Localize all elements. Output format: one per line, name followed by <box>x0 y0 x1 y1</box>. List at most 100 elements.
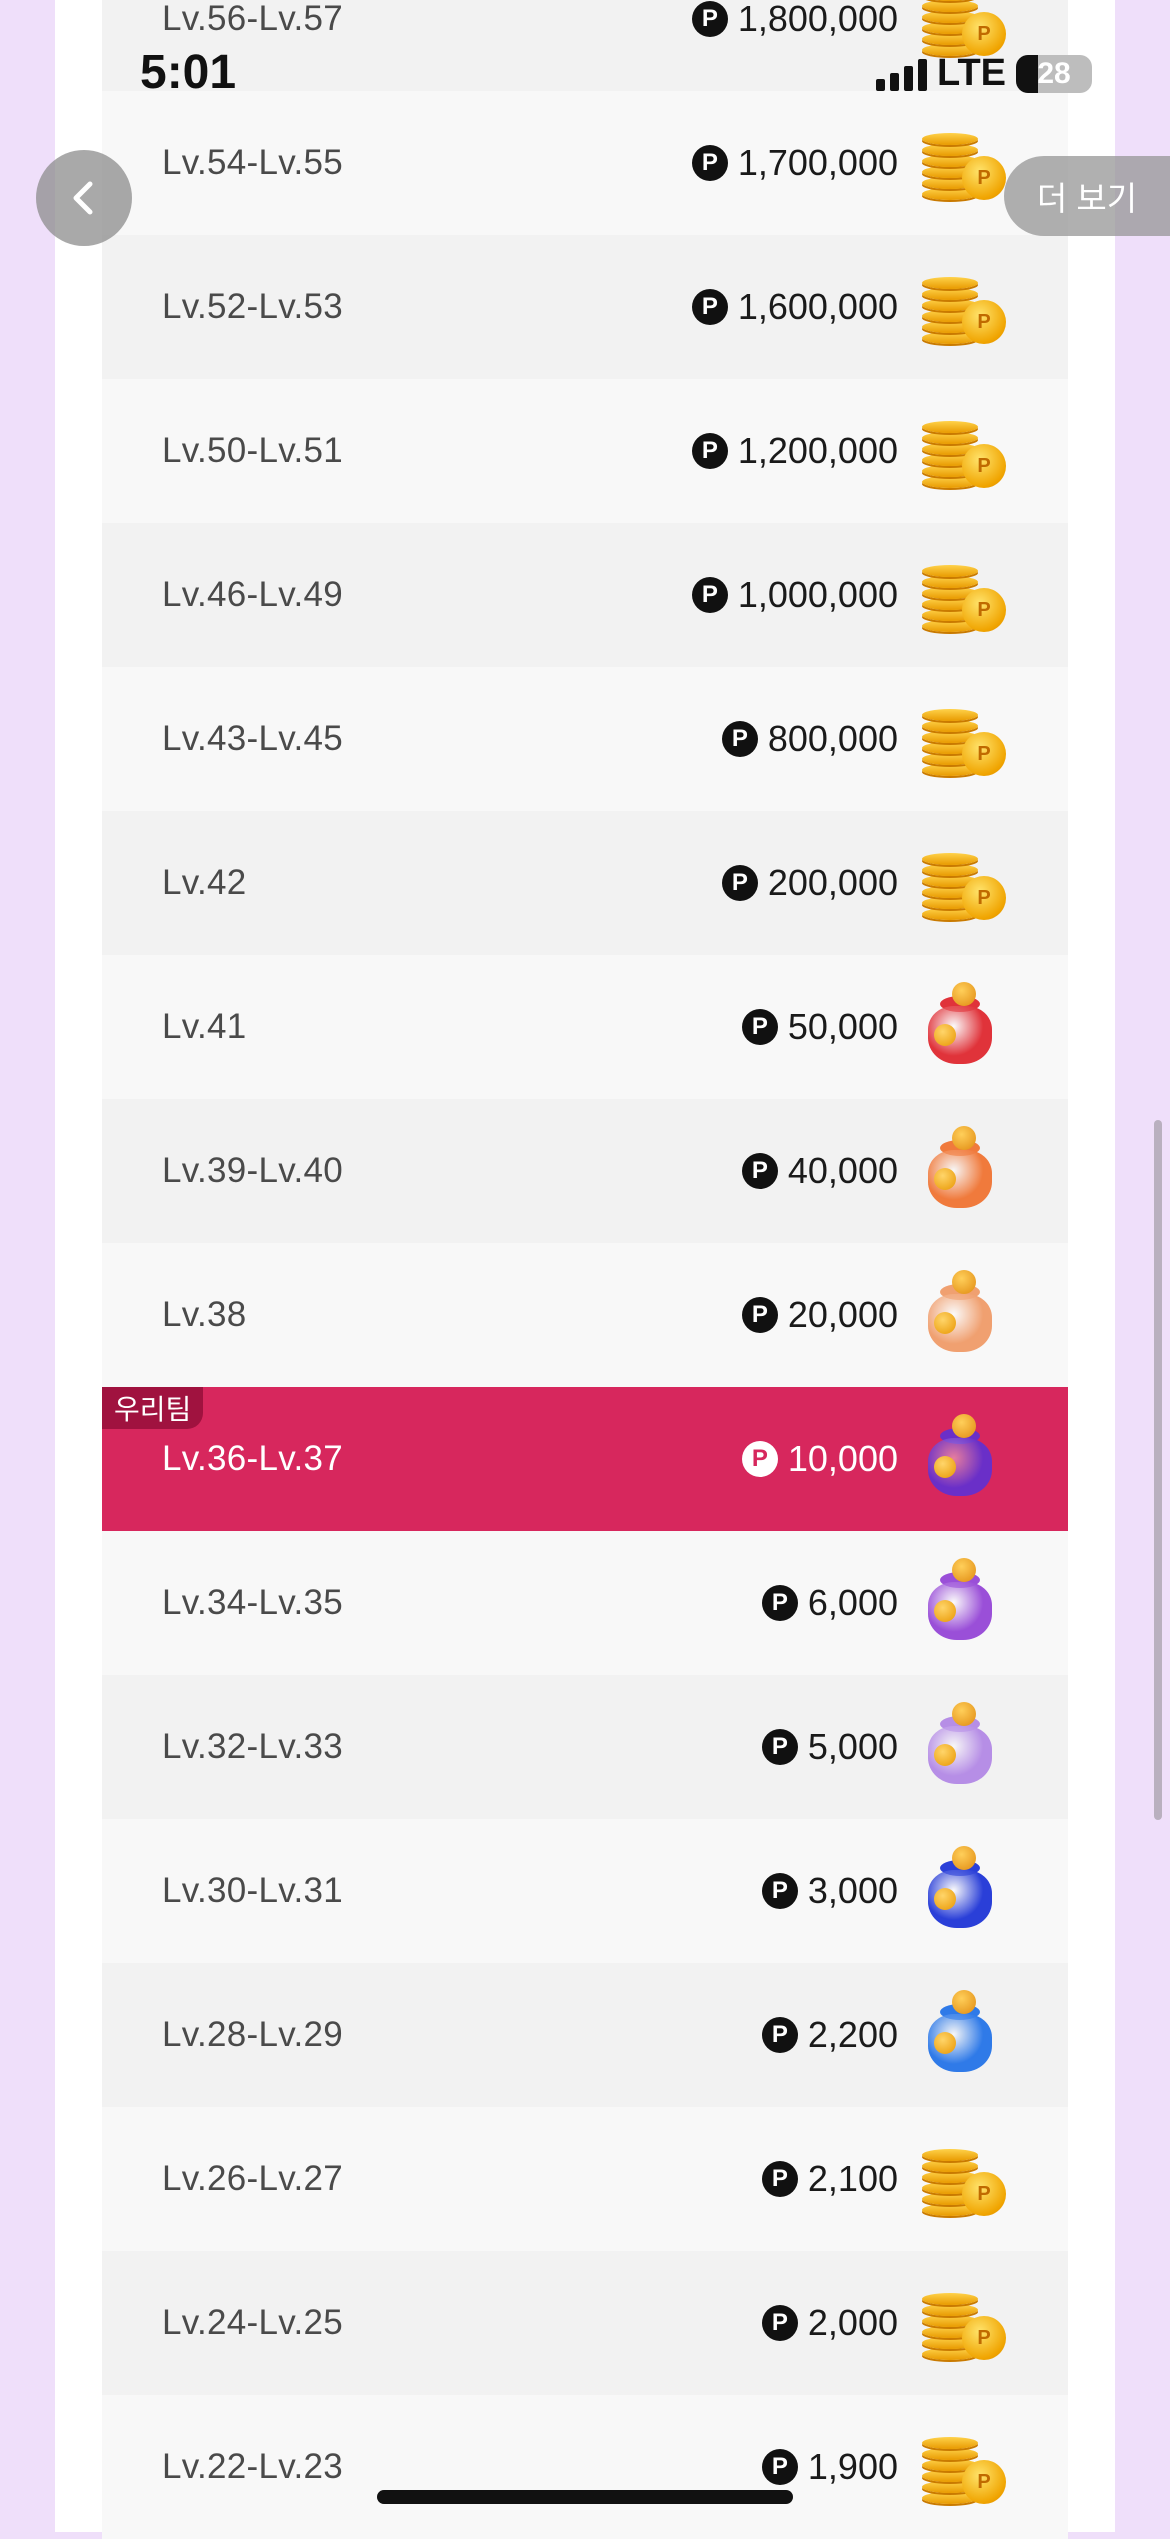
coin-stack-icon: P <box>918 118 1008 208</box>
level-range: Lv.32-Lv.33 <box>162 1727 344 1766</box>
point-icon: P <box>721 865 758 901</box>
point-icon: P <box>761 1729 798 1765</box>
signal-icon <box>876 57 928 91</box>
scrollbar[interactable] <box>1154 1120 1162 1820</box>
reward-amount: P 3,000 <box>761 1819 898 1963</box>
reward-row[interactable]: Lv.54-Lv.55 P 1,700,000 P <box>102 91 1068 235</box>
reward-amount-value: 1,600,000 <box>737 286 898 327</box>
level-range: Lv.38 <box>162 1295 247 1334</box>
level-range: Lv.22-Lv.23 <box>162 2447 344 2486</box>
reward-amount-value: 6,000 <box>807 1582 898 1623</box>
reward-amount-value: 3,000 <box>807 1870 898 1911</box>
point-icon: P <box>741 1009 778 1045</box>
reward-amount-value: 1,000,000 <box>737 574 898 615</box>
reward-amount: P 1,700,000 <box>691 91 898 235</box>
reward-amount-value: 2,200 <box>807 2014 898 2055</box>
reward-amount-value: 40,000 <box>787 1150 898 1191</box>
point-icon: P <box>691 433 728 469</box>
reward-row[interactable]: Lv.43-Lv.45 P 800,000 P <box>102 667 1068 811</box>
point-icon: P <box>691 145 728 181</box>
level-range: Lv.34-Lv.35 <box>162 1583 344 1622</box>
point-icon: P <box>691 1 728 37</box>
coin-stack-icon: P <box>918 838 1008 928</box>
reward-amount: P 2,200 <box>761 1963 898 2107</box>
reward-list[interactable]: Lv.56-Lv.57 P 1,800,000 P Lv.54-Lv.55 P 1,700,… <box>102 0 1068 2539</box>
peach-pouch-icon <box>918 1270 1008 1360</box>
point-icon: P <box>761 1873 798 1909</box>
point-icon: P <box>761 2017 798 2053</box>
reward-amount: P 6,000 <box>761 1531 898 1675</box>
reward-amount: P 2,100 <box>761 2107 898 2251</box>
level-range: Lv.43-Lv.45 <box>162 719 344 758</box>
reward-row[interactable]: Lv.30-Lv.31 P 3,000 <box>102 1819 1068 1963</box>
reward-row[interactable]: Lv.46-Lv.49 P 1,000,000 P <box>102 523 1068 667</box>
level-range: Lv.42 <box>162 863 247 902</box>
coin-stack-icon: P <box>918 550 1008 640</box>
level-range: Lv.46-Lv.49 <box>162 575 344 614</box>
blue-pouch-icon <box>918 1846 1008 1936</box>
reward-row[interactable]: Lv.41 P 50,000 <box>102 955 1068 1099</box>
reward-amount: P 50,000 <box>741 955 898 1099</box>
reward-amount: P 2,000 <box>761 2251 898 2395</box>
coin-stack-icon: P <box>918 2278 1008 2368</box>
point-icon: P <box>761 2161 798 2197</box>
network-label: LTE <box>937 52 1006 94</box>
reward-row[interactable]: Lv.39-Lv.40 P 40,000 <box>102 1099 1068 1243</box>
reward-amount: P 1,200,000 <box>691 379 898 523</box>
reward-row[interactable]: Lv.52-Lv.53 P 1,600,000 P <box>102 235 1068 379</box>
point-icon: P <box>721 721 758 757</box>
point-icon: P <box>761 2449 798 2485</box>
orange-pouch-icon <box>918 1126 1008 1216</box>
reward-row[interactable]: Lv.28-Lv.29 P 2,200 <box>102 1963 1068 2107</box>
status-time: 5:01 <box>140 46 237 99</box>
more-button[interactable]: 더 보기 <box>1004 156 1170 236</box>
coin-stack-icon: P <box>918 262 1008 352</box>
point-icon: P <box>761 1585 798 1621</box>
reward-amount: P 800,000 <box>721 667 898 811</box>
home-indicator[interactable] <box>377 2490 793 2504</box>
level-range: Lv.50-Lv.51 <box>162 431 344 470</box>
reward-row[interactable]: Lv.42 P 200,000 P <box>102 811 1068 955</box>
reward-amount-value: 2,000 <box>807 2302 898 2343</box>
point-icon: P <box>741 1441 778 1477</box>
coin-stack-icon: P <box>918 406 1008 496</box>
reward-amount-value: 10,000 <box>787 1438 898 1479</box>
level-range: Lv.28-Lv.29 <box>162 2015 344 2054</box>
status-indicators: LTE 28 <box>876 52 1092 95</box>
level-range: Lv.54-Lv.55 <box>162 143 344 182</box>
reward-amount: P 1,900 <box>761 2395 898 2539</box>
reward-row[interactable]: Lv.38 P 20,000 <box>102 1243 1068 1387</box>
level-range: Lv.41 <box>162 1007 247 1046</box>
coin-stack-icon: P <box>918 2422 1008 2512</box>
reward-row[interactable]: Lv.34-Lv.35 P 6,000 <box>102 1531 1068 1675</box>
reward-amount: P 1,600,000 <box>691 235 898 379</box>
sky-pouch-icon <box>918 1990 1008 2080</box>
reward-amount: P 20,000 <box>741 1243 898 1387</box>
level-range: Lv.36-Lv.37 <box>162 1439 344 1478</box>
point-icon: P <box>761 2305 798 2341</box>
reward-amount-value: 1,900 <box>807 2446 898 2487</box>
reward-amount-value: 1,200,000 <box>737 430 898 471</box>
reward-row[interactable]: Lv.50-Lv.51 P 1,200,000 P <box>102 379 1068 523</box>
reward-amount: P 40,000 <box>741 1099 898 1243</box>
reward-row[interactable]: Lv.32-Lv.33 P 5,000 <box>102 1675 1068 1819</box>
reward-amount-value: 800,000 <box>767 718 898 759</box>
reward-amount: P 1,800,000 <box>691 0 898 91</box>
level-range: Lv.24-Lv.25 <box>162 2303 344 2342</box>
reward-amount-value: 5,000 <box>807 1726 898 1767</box>
reward-row[interactable]: Lv.26-Lv.27 P 2,100 P <box>102 2107 1068 2251</box>
reward-amount: P 1,000,000 <box>691 523 898 667</box>
point-icon: P <box>691 577 728 613</box>
level-range: Lv.52-Lv.53 <box>162 287 344 326</box>
chevron-left-icon <box>73 181 93 215</box>
red-pouch-icon <box>918 982 1008 1072</box>
reward-row[interactable]: Lv.24-Lv.25 P 2,000 P <box>102 2251 1068 2395</box>
back-button[interactable] <box>36 150 132 246</box>
coin-stack-icon: P <box>918 694 1008 784</box>
reward-amount-value: 2,100 <box>807 2158 898 2199</box>
reward-row[interactable]: Lv.22-Lv.23 P 1,900 P <box>102 2395 1068 2539</box>
point-icon: P <box>691 289 728 325</box>
battery-icon: 28 <box>1016 54 1092 93</box>
coin-stack-icon: P <box>918 2134 1008 2224</box>
reward-row-highlighted[interactable]: 우리팀 Lv.36-Lv.37 P 10,000 <box>102 1387 1068 1531</box>
